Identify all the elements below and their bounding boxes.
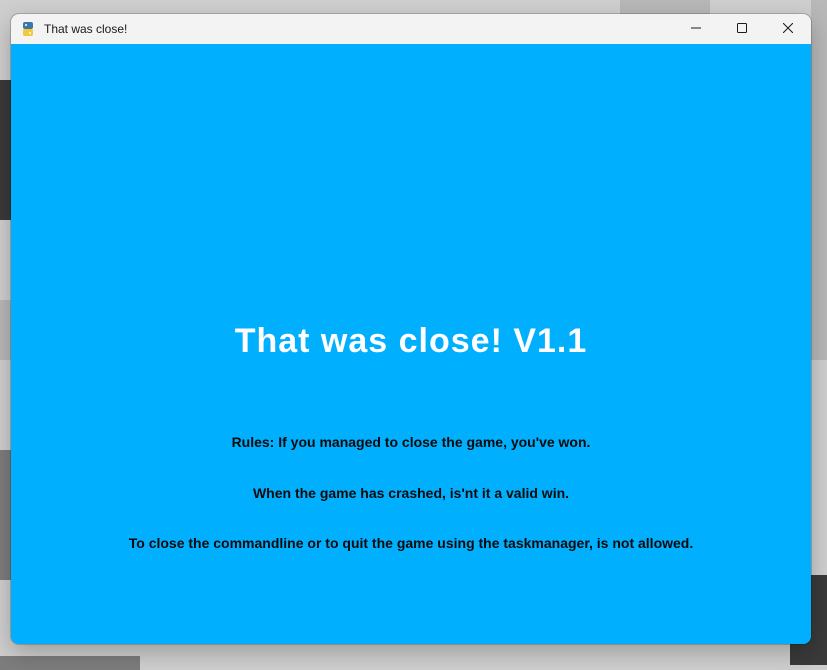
python-icon bbox=[20, 21, 36, 37]
window-title: That was close! bbox=[44, 22, 128, 36]
game-title: That was close! V1.1 bbox=[234, 322, 588, 360]
minimize-button[interactable] bbox=[673, 14, 719, 44]
desktop-pattern bbox=[0, 656, 140, 670]
rule-line-3: To close the commandline or to quit the … bbox=[128, 535, 694, 551]
desktop-pattern bbox=[620, 0, 710, 14]
rule-line-1: Rules: If you managed to close the game,… bbox=[231, 434, 591, 450]
game-canvas[interactable]: That was close! V1.1 Rules: If you manag… bbox=[11, 44, 811, 644]
desktop-pattern bbox=[0, 450, 11, 580]
rule-line-2: When the game has crashed, is'nt it a va… bbox=[252, 485, 570, 501]
maximize-icon bbox=[737, 20, 747, 38]
desktop-pattern bbox=[0, 300, 11, 360]
close-button[interactable] bbox=[765, 14, 811, 44]
title-bar[interactable]: That was close! bbox=[11, 14, 811, 44]
maximize-button[interactable] bbox=[719, 14, 765, 44]
minimize-icon bbox=[691, 20, 701, 38]
game-window: That was close! That was close! V1.1 Rul… bbox=[11, 14, 811, 644]
desktop-pattern bbox=[0, 80, 11, 220]
desktop-pattern bbox=[811, 0, 827, 360]
close-icon bbox=[782, 20, 794, 38]
window-controls bbox=[673, 14, 811, 44]
